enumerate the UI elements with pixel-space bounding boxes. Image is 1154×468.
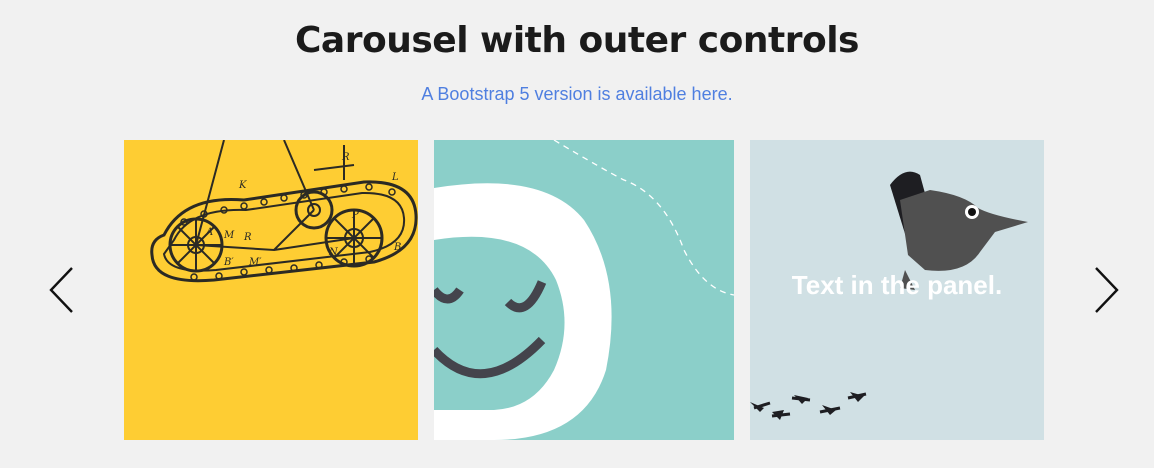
- smiling-face-illustration: [434, 140, 734, 440]
- svg-text:R: R: [243, 232, 252, 243]
- svg-text:B′: B′: [223, 257, 234, 268]
- carousel-panel-1: KLR MRN P B B′ M′ A: [124, 140, 418, 440]
- svg-text:K: K: [238, 180, 247, 191]
- carousel-next-button[interactable]: [1086, 262, 1126, 318]
- svg-text:P: P: [351, 210, 359, 221]
- bootstrap5-version-text: A Bootstrap 5 version is available here.: [0, 84, 1154, 105]
- svg-text:A: A: [205, 227, 213, 238]
- bootstrap5-version-link[interactable]: A Bootstrap 5 version is available here.: [421, 84, 732, 104]
- svg-text:M′: M′: [248, 257, 262, 268]
- svg-text:M: M: [223, 230, 235, 241]
- tracked-vehicle-illustration: KLR M RN PBB′ M′A: [150, 140, 418, 283]
- panel-caption: Text in the panel.: [791, 270, 1003, 300]
- carousel-panel-3: Text in the panel.: [750, 140, 1044, 440]
- svg-text:B: B: [393, 242, 401, 253]
- chevron-left-icon: [49, 267, 73, 313]
- chevron-right-icon: [1095, 267, 1119, 313]
- carousel-prev-button[interactable]: [42, 262, 82, 318]
- svg-text:L: L: [391, 172, 399, 183]
- svg-text:R: R: [341, 152, 350, 163]
- carousel-panel-2: [434, 140, 734, 440]
- svg-text:N: N: [328, 247, 339, 258]
- page-title: Carousel with outer controls: [295, 20, 859, 61]
